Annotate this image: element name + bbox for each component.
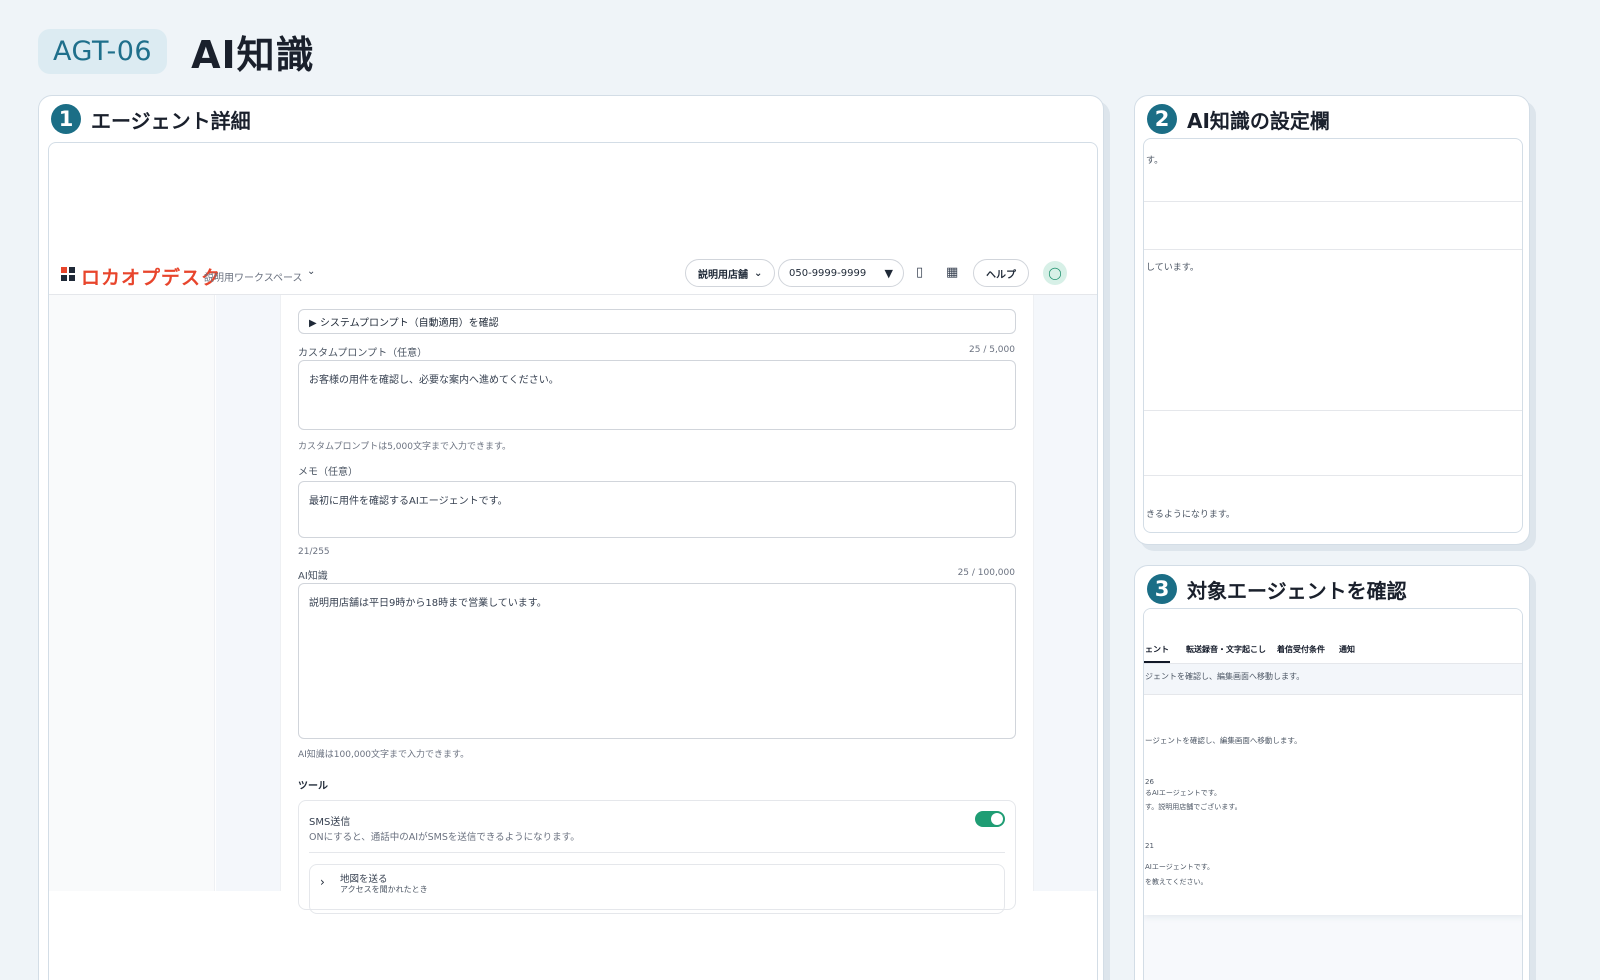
map-tool-description: アクセスを聞かれたとき xyxy=(340,885,428,894)
agent-row-memo: るAIエージェントです。 xyxy=(1145,789,1222,797)
ai-knowledge-textarea[interactable]: 説明用店舗は平日9時から18時まで営業しています。 xyxy=(298,583,1016,739)
step-number: 1 xyxy=(51,104,81,134)
agent-row-greeting: を教えてください。 xyxy=(1145,878,1208,886)
logo-icon xyxy=(61,267,75,281)
sms-title: SMS送信 xyxy=(309,817,351,828)
content-gutter xyxy=(216,295,280,891)
custom-prompt-hint: カスタムプロンプトは5,000文字まで入力できます。 xyxy=(298,442,512,452)
tab-agent[interactable]: ェント xyxy=(1145,644,1169,655)
sms-description: ONにすると、通話中のAIがSMSを送信できるようになります。 xyxy=(309,832,580,843)
memo-textarea[interactable]: 最初に用件を確認するAIエージェントです。 xyxy=(298,481,1016,538)
panel-target-agent: 3 対象エージェントを確認 ェント 転送録音・文字起こし 着信受付条件 通知 ジ… xyxy=(1134,565,1530,980)
panel-agent-detail: 1 エージェント詳細 ロカオプデスク 説明用ワークスペース ⌄ 説明用店舗 ⌄ … xyxy=(38,95,1104,980)
tab-description: ジェントを確認し、編集画面へ移動します。 xyxy=(1145,672,1305,681)
system-prompt-toggle[interactable]: ▶ システムプロンプト（自動適用）を確認 xyxy=(298,309,1016,334)
screenshot-frame: ロカオプデスク 説明用ワークスペース ⌄ 説明用店舗 ⌄ 050-9999-99… xyxy=(48,142,1098,980)
chevron-down-icon: ⌄ xyxy=(754,267,763,279)
ai-knowledge-label: AI知識 xyxy=(298,571,328,582)
content-gutter-right xyxy=(1034,295,1097,891)
clipboard-icon[interactable]: ▯ xyxy=(916,265,923,280)
phone-number: 050-9999-9999 xyxy=(789,267,867,279)
tab-call-conditions[interactable]: 着信受付条件 xyxy=(1277,644,1325,655)
agent-row-memo: AIエージェントです。 xyxy=(1145,863,1215,871)
agent-row-id: 21 xyxy=(1145,842,1154,850)
chevron-down-icon[interactable]: ⌄ xyxy=(307,266,315,277)
tools-heading: ツール xyxy=(298,781,328,792)
panel-header: 3 対象エージェントを確認 xyxy=(1147,574,1407,604)
custom-prompt-label: カスタムプロンプト（任意） xyxy=(298,348,428,359)
panel-ai-knowledge-field: 2 AI知識の設定欄 す。 しています。 きるようになります。 xyxy=(1134,95,1530,545)
tab-recording[interactable]: 転送録音・文字起こし xyxy=(1186,644,1266,655)
screen-id-badge: AGT-06 xyxy=(38,29,168,74)
store-label: 説明用店舗 xyxy=(698,269,748,281)
sms-tool-card: SMS送信 ONにすると、通話中のAIがSMSを送信できるようになります。 › … xyxy=(298,800,1016,914)
ai-knowledge-hint: AI知識は100,000文字まで入力できます。 xyxy=(298,750,470,760)
memo-counter: 21/255 xyxy=(298,547,330,557)
workspace-name[interactable]: 説明用ワークスペース xyxy=(204,269,303,284)
divider xyxy=(309,852,1005,853)
custom-prompt-textarea[interactable]: お客様の用件を確認し、必要な案内へ進めてください。 xyxy=(298,360,1016,430)
list-description: ージェントを確認し、編集画面へ移動します。 xyxy=(1145,736,1302,745)
map-tool-item[interactable]: › 地図を送る アクセスを聞かれたとき xyxy=(309,864,1005,914)
app-logo[interactable]: ロカオプデスク xyxy=(81,263,221,290)
sms-toggle[interactable] xyxy=(975,811,1005,827)
agent-row-greeting: す。説明用店舗でございます。 xyxy=(1145,803,1242,811)
map-tool-title: 地図を送る xyxy=(340,874,388,885)
panel-header: 1 エージェント詳細 xyxy=(51,104,251,134)
step-number: 3 xyxy=(1147,574,1177,604)
divider xyxy=(1144,249,1522,250)
page-header: AGT-06 AI知識 xyxy=(38,24,315,79)
cropped-text: しています。 xyxy=(1146,263,1199,273)
agent-form: ▶ システムプロンプト（自動適用）を確認 カスタムプロンプト（任意） 25 / … xyxy=(280,295,1034,914)
ai-knowledge-counter: 25 / 100,000 xyxy=(957,568,1015,578)
chevron-right-icon: › xyxy=(320,875,325,889)
zoomed-screenshot-frame: す。 しています。 きるようになります。 xyxy=(1143,138,1523,533)
zoomed-screenshot-frame: ェント 転送録音・文字起こし 着信受付条件 通知 ジェントを確認し、編集画面へ移… xyxy=(1143,608,1523,980)
cropped-text: す。 xyxy=(1146,156,1164,166)
divider xyxy=(1144,694,1522,695)
phone-selector[interactable]: 050-9999-9999 ▼ xyxy=(778,259,904,287)
custom-prompt-counter: 25 / 5,000 xyxy=(969,345,1015,355)
qr-code-icon[interactable]: ▦ xyxy=(946,265,958,280)
app-topbar: ロカオプデスク 説明用ワークスペース ⌄ 説明用店舗 ⌄ 050-9999-99… xyxy=(49,253,1097,295)
divider xyxy=(1144,410,1522,411)
divider xyxy=(1144,201,1522,202)
page-title: AI知識 xyxy=(191,33,315,77)
panel-title: AI知識の設定欄 xyxy=(1187,108,1330,133)
panel-title: エージェント詳細 xyxy=(91,108,251,133)
caret-down-icon: ▼ xyxy=(884,266,893,280)
tab-notifications[interactable]: 通知 xyxy=(1339,644,1355,655)
step-number: 2 xyxy=(1147,104,1177,134)
panel-title: 対象エージェントを確認 xyxy=(1187,578,1407,603)
memo-label: メモ（任意） xyxy=(298,467,358,478)
cropped-text: きるようになります。 xyxy=(1146,510,1235,520)
divider xyxy=(1144,475,1522,476)
store-selector[interactable]: 説明用店舗 ⌄ xyxy=(685,259,776,287)
sidebar xyxy=(49,295,215,891)
agent-row-id: 26 xyxy=(1145,778,1154,786)
user-avatar-icon[interactable]: ◯ xyxy=(1043,261,1067,285)
panel-header: 2 AI知識の設定欄 xyxy=(1147,104,1330,134)
help-button[interactable]: ヘルプ xyxy=(973,259,1029,287)
